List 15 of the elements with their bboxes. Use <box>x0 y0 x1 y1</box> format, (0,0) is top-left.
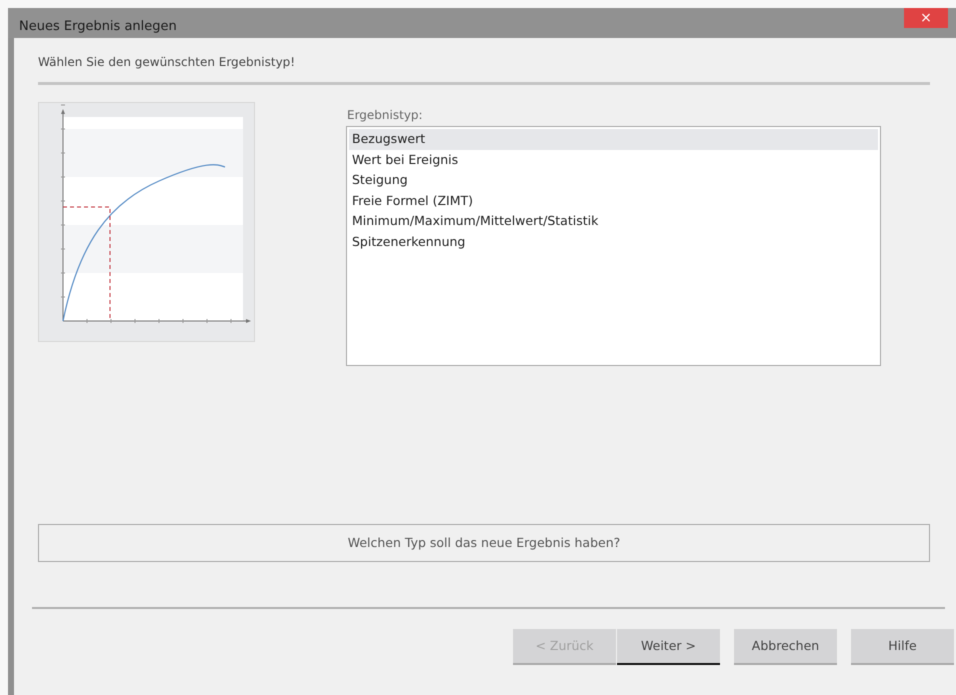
list-item[interactable]: Steigung <box>349 170 878 190</box>
result-type-list[interactable]: Bezugswert Wert bei Ereignis Steigung Freie Formel (ZIMT) Minimum/Maximum/Mittelwert/Statistik Spitzenerkennung <box>346 126 881 366</box>
instruction-text: Wählen Sie den gewünschten Ergebnistyp! <box>38 54 296 71</box>
dialog-button[interactable]: Abbrechen <box>734 629 837 665</box>
window-title: Neues Ergebnis anlegen <box>19 18 177 36</box>
close-button[interactable]: × <box>904 8 948 28</box>
list-item[interactable]: Wert bei Ereignis <box>349 150 878 170</box>
list-item[interactable]: Bezugswert <box>349 129 878 150</box>
hint-text: Welchen Typ soll das neue Ergebnis haben? <box>348 534 620 552</box>
list-item[interactable]: Spitzenerkennung <box>349 232 878 252</box>
dialog-button[interactable]: Weiter > <box>617 629 720 665</box>
list-label: Ergebnistyp: <box>347 107 424 124</box>
dialog-button[interactable]: Hilfe <box>851 629 954 665</box>
list-item[interactable]: Minimum/Maximum/Mittelwert/Statistik <box>349 211 878 232</box>
list-item[interactable]: Freie Formel (ZIMT) <box>349 190 878 211</box>
